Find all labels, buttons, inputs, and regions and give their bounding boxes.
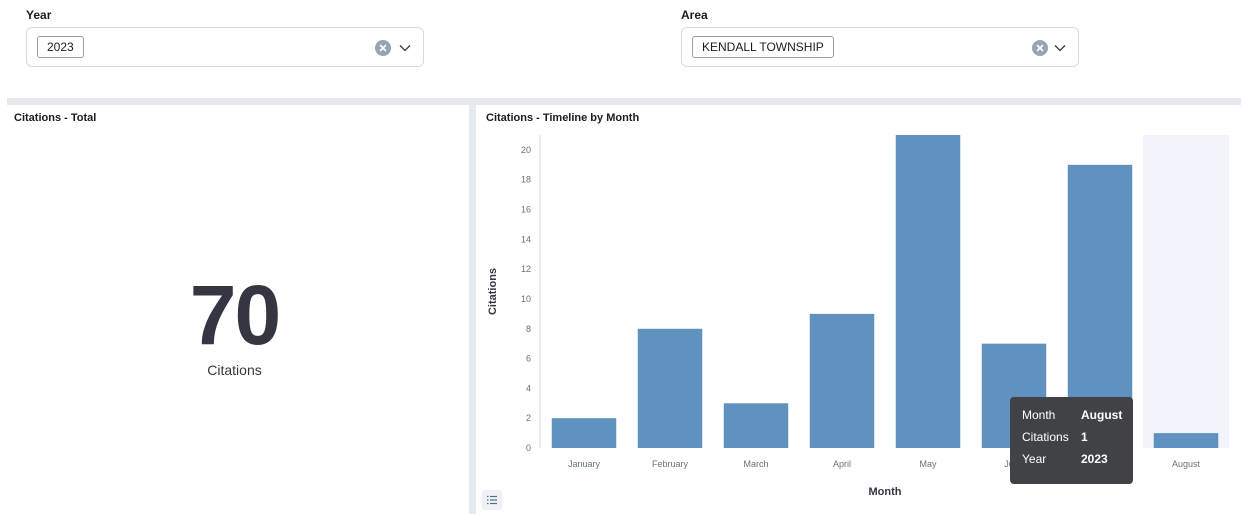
y-tick-label: 4 — [526, 383, 531, 393]
chevron-down-icon[interactable] — [398, 41, 412, 55]
y-tick-label: 12 — [521, 264, 531, 274]
chevron-down-icon[interactable] — [1053, 41, 1067, 55]
y-tick-label: 6 — [526, 354, 531, 364]
chart-tooltip: Month August Citations 1 Year 2023 — [1010, 397, 1133, 484]
y-tick-label: 2 — [526, 413, 531, 423]
x-tick-label: January — [568, 459, 601, 469]
x-tick-label: April — [833, 459, 851, 469]
bar[interactable] — [637, 328, 703, 448]
x-axis-title: Month — [869, 486, 902, 498]
year-combobox[interactable]: 2023 — [26, 27, 424, 67]
bar[interactable] — [1153, 433, 1219, 448]
y-tick-label: 14 — [521, 234, 531, 244]
bar[interactable] — [809, 313, 875, 448]
tooltip-key: Month — [1022, 408, 1056, 422]
y-tick-label: 18 — [521, 175, 531, 185]
y-tick-label: 8 — [526, 324, 531, 334]
tooltip-row: Year 2023 — [1022, 452, 1133, 474]
bar[interactable] — [551, 418, 617, 448]
x-tick-label: March — [743, 459, 768, 469]
clear-icon[interactable] — [375, 40, 391, 56]
tooltip-key: Year — [1022, 452, 1047, 466]
highlight-band — [1143, 135, 1229, 448]
y-axis-title: Citations — [487, 268, 499, 315]
y-tick-label: 16 — [521, 205, 531, 215]
tooltip-value: 1 — [1081, 430, 1088, 444]
metric-label: Citations — [207, 362, 262, 378]
y-tick-label: 20 — [521, 145, 531, 155]
legend-toggle-button[interactable] — [482, 490, 502, 510]
tooltip-key: Citations — [1022, 430, 1069, 444]
year-selected-pill[interactable]: 2023 — [37, 36, 84, 58]
tooltip-row: Month August — [1022, 408, 1133, 430]
x-tick-label: May — [919, 459, 937, 469]
area-selected-pill[interactable]: KENDALL TOWNSHIP — [692, 36, 834, 58]
bar[interactable] — [723, 403, 789, 448]
clear-icon[interactable] — [1032, 40, 1048, 56]
area-combobox[interactable]: KENDALL TOWNSHIP — [681, 27, 1079, 67]
x-tick-label: August — [1172, 459, 1201, 469]
y-tick-label: 10 — [521, 294, 531, 304]
panel-separator — [469, 105, 476, 514]
year-filter-label: Year — [26, 8, 52, 22]
list-icon — [487, 495, 497, 505]
x-tick-label: February — [652, 459, 689, 469]
panel-divider — [7, 98, 1241, 105]
tooltip-value: August — [1081, 408, 1123, 422]
tooltip-value: 2023 — [1081, 452, 1108, 466]
tooltip-row: Citations 1 — [1022, 430, 1133, 452]
metric-panel-title: Citations - Total — [14, 112, 97, 124]
area-filter-label: Area — [681, 8, 708, 22]
y-tick-label: 0 — [526, 443, 531, 453]
metric-value: 70 — [189, 268, 281, 362]
bar[interactable] — [895, 135, 961, 448]
